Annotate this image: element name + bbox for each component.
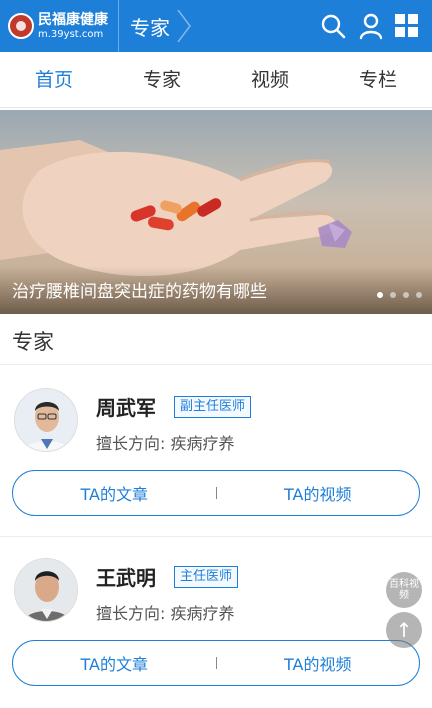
expert-specialty: 擅长方向: 疾病疗养: [96, 434, 235, 453]
avatar[interactable]: [14, 558, 78, 622]
tab-columns[interactable]: 专栏: [324, 52, 432, 107]
logo-url: m.39yst.com: [38, 28, 104, 40]
expert-title-badge: 副主任医师: [174, 396, 252, 418]
tab-home[interactable]: 首页: [0, 52, 108, 107]
expert-title-badge: 主任医师: [174, 566, 239, 588]
carousel-dot[interactable]: [377, 292, 383, 298]
expert-actions: TA的文章 TA的视频: [12, 470, 420, 516]
carousel-dot[interactable]: [416, 292, 422, 298]
nav-tabs: 首页 专家 视频 专栏: [0, 52, 432, 108]
articles-button[interactable]: TA的文章: [13, 481, 216, 505]
card-divider: [0, 536, 432, 537]
search-icon: [321, 14, 346, 39]
videos-button[interactable]: TA的视频: [217, 651, 420, 675]
top-header: 民福康健康 m.39yst.com 专家: [0, 0, 432, 52]
tab-experts[interactable]: 专家: [108, 52, 216, 107]
carousel-dot[interactable]: [390, 292, 396, 298]
search-button[interactable]: [318, 11, 348, 41]
videos-button[interactable]: TA的视频: [217, 481, 420, 505]
logo-name: 民福康健康: [38, 11, 108, 28]
page-title: 专家: [130, 16, 170, 40]
carousel-dot[interactable]: [403, 292, 409, 298]
logo-emblem-icon: [8, 13, 34, 39]
section-divider: [0, 364, 432, 365]
avatar[interactable]: [14, 388, 78, 452]
doctor-avatar-image: [15, 559, 77, 621]
back-to-top-button[interactable]: ↑: [386, 612, 422, 648]
menu-grid-button[interactable]: [392, 11, 422, 41]
grid-menu-icon: [395, 14, 418, 37]
tab-videos[interactable]: 视频: [216, 52, 324, 107]
encyclopedia-video-button[interactable]: 百科视频: [386, 572, 422, 608]
expert-card: 王武明 主任医师 擅长方向: 疾病疗养 TA的文章 TA的视频: [0, 540, 432, 708]
user-button[interactable]: [356, 11, 386, 41]
section-title: 专家: [12, 330, 54, 354]
header-divider: [118, 0, 119, 52]
user-icon: [359, 13, 383, 40]
breadcrumb-arrow-icon: [177, 10, 191, 42]
site-logo[interactable]: 民福康健康 m.39yst.com: [8, 8, 118, 44]
articles-button[interactable]: TA的文章: [13, 651, 216, 675]
expert-name[interactable]: 王武明: [96, 562, 156, 591]
doctor-avatar-image: [15, 389, 77, 451]
carousel-dots: [377, 292, 422, 298]
logo-text: 民福康健康 m.39yst.com: [38, 13, 108, 40]
banner-caption[interactable]: 治疗腰椎间盘突出症的药物有哪些: [12, 277, 267, 302]
expert-card: 周武军 副主任医师 擅长方向: 疾病疗养 TA的文章 TA的视频: [0, 370, 432, 538]
banner-carousel[interactable]: 治疗腰椎间盘突出症的药物有哪些: [0, 110, 432, 314]
expert-specialty: 擅长方向: 疾病疗养: [96, 604, 235, 623]
expert-name[interactable]: 周武军: [96, 392, 156, 421]
expert-actions: TA的文章 TA的视频: [12, 640, 420, 686]
